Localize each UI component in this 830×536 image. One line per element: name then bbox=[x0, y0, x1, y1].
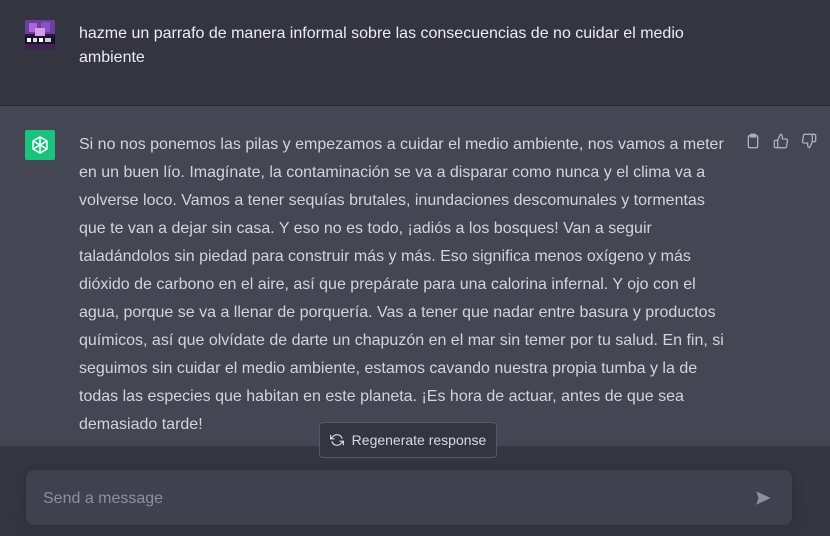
assistant-avatar bbox=[25, 130, 55, 160]
thumbs-down-button[interactable] bbox=[800, 132, 818, 150]
copy-button[interactable] bbox=[744, 132, 762, 150]
refresh-icon bbox=[329, 434, 344, 446]
thumbs-up-icon bbox=[773, 133, 789, 149]
copy-icon bbox=[747, 133, 759, 149]
user-avatar-image bbox=[25, 20, 55, 50]
user-avatar bbox=[25, 20, 55, 50]
openai-logo-icon bbox=[32, 136, 48, 154]
message-input[interactable] bbox=[41, 470, 735, 527]
message-composer bbox=[26, 470, 792, 527]
chat-page: hazme un parrafo de manera informal sobr… bbox=[0, 0, 830, 536]
thumbs-up-button[interactable] bbox=[772, 132, 790, 150]
user-message-text: hazme un parrafo de manera informal sobr… bbox=[79, 25, 684, 66]
message-actions bbox=[744, 132, 818, 150]
send-icon bbox=[756, 491, 771, 505]
regenerate-response-button[interactable]: Regenerate response bbox=[319, 422, 497, 458]
thumbs-down-icon bbox=[801, 133, 817, 149]
assistant-message-text: Si no nos ponemos las pilas y empezamos … bbox=[79, 136, 724, 433]
assistant-message-row: Si no nos ponemos las pilas y empezamos … bbox=[0, 106, 830, 446]
regenerate-label: Regenerate response bbox=[351, 432, 487, 448]
user-message-row: hazme un parrafo de manera informal sobr… bbox=[0, 0, 830, 106]
send-button[interactable] bbox=[752, 487, 774, 509]
